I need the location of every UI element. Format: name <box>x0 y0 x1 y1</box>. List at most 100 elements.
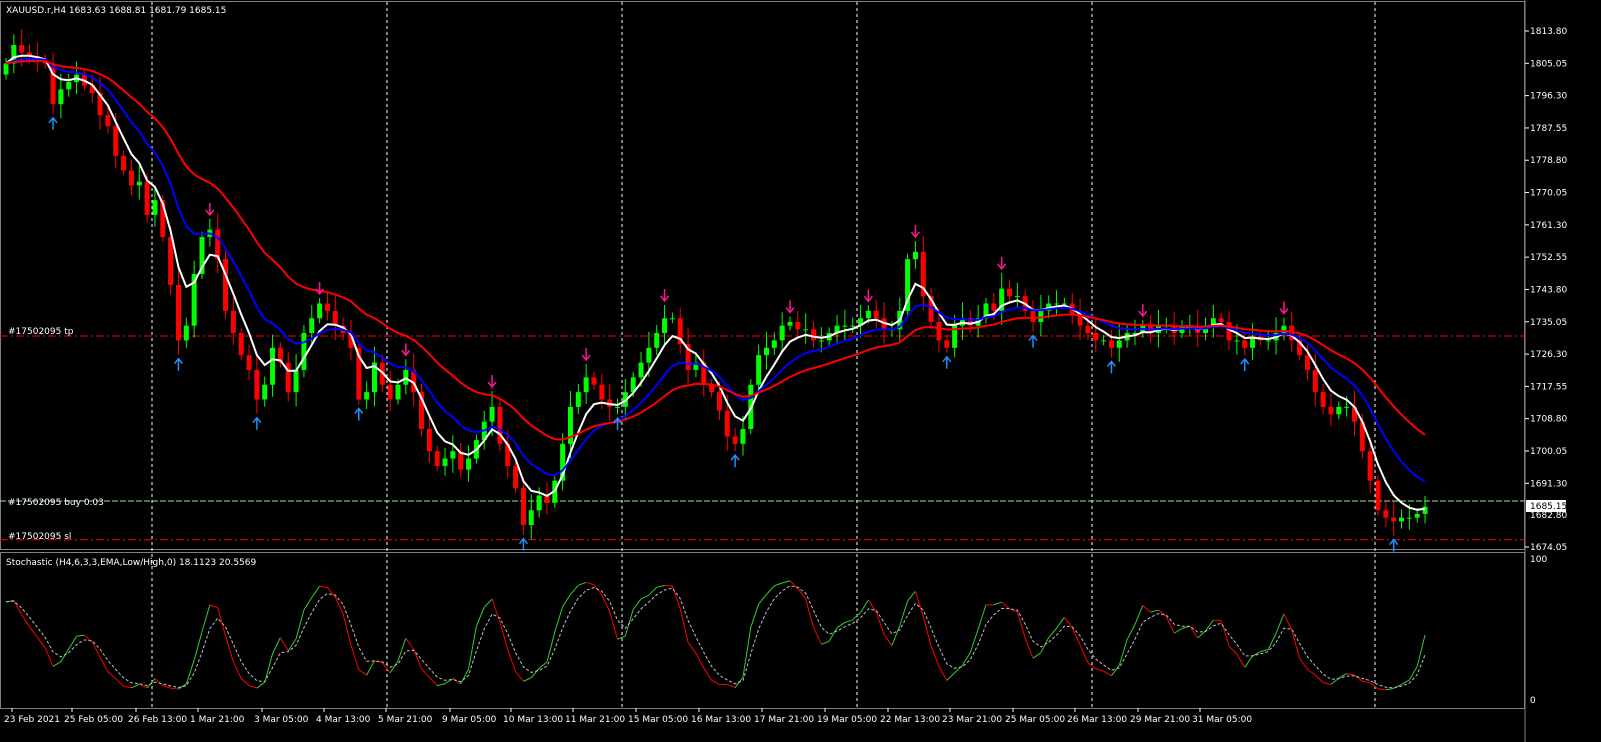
stoch-main-segment <box>52 661 62 667</box>
stoch-main-segment <box>828 627 838 642</box>
candle-body <box>842 325 848 327</box>
candle-body <box>1061 303 1067 305</box>
stoch-main-segment <box>131 683 140 689</box>
x-tick-label: 25 Mar 05:00 <box>1005 715 1065 725</box>
candle-body <box>1328 406 1334 415</box>
arrow-down-icon <box>997 256 1007 271</box>
stoch-main-segment <box>962 652 971 666</box>
stoch-main-segment <box>679 608 689 643</box>
candle-body <box>1406 517 1412 519</box>
x-tick-label: 17 Mar 21:00 <box>754 715 814 725</box>
candle-body <box>646 347 652 363</box>
stoch-main-segment <box>1299 657 1308 670</box>
arrow-up-icon <box>1106 360 1117 374</box>
y-tick-label: 1805.05 <box>1530 59 1567 69</box>
tp-label: #17502095 tp <box>8 327 74 337</box>
y-tick-label: 1735.05 <box>1530 318 1567 328</box>
y-tick-label: 1796.30 <box>1530 92 1567 102</box>
candle-body <box>669 318 675 320</box>
arrow-up-icon <box>173 357 184 371</box>
stoch-main-segment <box>1205 619 1214 632</box>
arrow-up-icon <box>942 355 952 369</box>
stoch-main-segment <box>240 678 250 686</box>
stoch-main-segment <box>530 667 540 679</box>
stoch-plot-frame <box>0 552 1525 709</box>
stoch-main-segment <box>1346 672 1355 676</box>
stoch-main-segment <box>21 614 30 627</box>
candle-body <box>528 510 534 526</box>
stoch-main-segment <box>437 683 446 687</box>
stoch-main-segment <box>758 594 767 605</box>
stoch-main-segment <box>272 637 281 654</box>
candle-body <box>1101 340 1107 342</box>
stoch-main-segment <box>201 604 211 632</box>
stoch-main-segment <box>648 586 658 596</box>
stoch-main-segment <box>475 606 485 627</box>
stoch-main-segment <box>742 627 752 678</box>
stoch-main-segment <box>1377 688 1386 691</box>
y-tick-label: 1691.30 <box>1530 479 1567 489</box>
candle-body <box>662 318 668 334</box>
stoch-main-segment <box>922 616 932 647</box>
stoch-main-segment <box>1064 616 1073 628</box>
stoch-main-segment <box>1016 611 1026 639</box>
candle-body <box>144 181 150 215</box>
trading-chart[interactable]: 1813.80 1805.05 1796.30 1787.55 1778.80 1770.… <box>0 0 1601 742</box>
stoch-main-segment <box>13 600 23 615</box>
candle-body <box>1093 333 1099 341</box>
candle-body <box>732 436 738 444</box>
candle-body <box>113 126 119 156</box>
stoch-main-segment <box>969 629 979 653</box>
stoch-main-segment <box>687 642 697 654</box>
candle-body <box>317 303 323 319</box>
stoch-signal-line <box>5 585 1426 689</box>
stoch-main-segment <box>248 685 258 689</box>
candle-body <box>324 303 330 311</box>
candle-body <box>19 45 25 53</box>
stoch-main-segment <box>264 653 274 683</box>
arrow-down-icon <box>401 343 411 357</box>
y-tick-label: 1700.05 <box>1530 447 1567 457</box>
candle-body <box>1014 296 1020 298</box>
stoch-main-segment <box>875 611 885 635</box>
stoch-main-segment <box>562 594 571 607</box>
stoch-main-segment <box>421 668 430 678</box>
stoch-main-segment <box>703 667 713 681</box>
y-tick-label: 1761.30 <box>1530 221 1567 231</box>
candle-body <box>803 329 809 331</box>
candle-body <box>1218 318 1224 322</box>
stoch-main-segment <box>1001 601 1010 610</box>
stoch-main-segment <box>954 664 963 674</box>
stoch-main-segment <box>279 637 289 652</box>
stoch-main-segment <box>695 652 705 669</box>
candle-body <box>262 384 268 400</box>
stoch-main-segment <box>428 676 438 687</box>
arrow-up-icon <box>518 537 529 551</box>
stoch-main-segment <box>1142 605 1151 613</box>
candle-body <box>1320 392 1326 407</box>
stoch-main-segment <box>727 684 736 689</box>
stoch-main-segment <box>523 677 532 682</box>
stoch-main-segment <box>146 678 156 689</box>
stoch-main-segment <box>1267 633 1277 650</box>
stoch-main-segment <box>327 587 336 598</box>
ema-fast-line <box>5 54 1426 511</box>
stoch-main-segment <box>178 683 187 690</box>
candle-body <box>395 384 401 400</box>
candle-body <box>575 392 581 407</box>
stoch-main-segment <box>491 598 501 623</box>
candle-body <box>771 340 777 348</box>
x-tick-label: 25 Feb 05:00 <box>64 715 123 725</box>
candle-body <box>1414 513 1420 518</box>
stoch-main-segment <box>76 634 85 637</box>
stoch-main-segment <box>1103 670 1112 677</box>
candle-body <box>1344 406 1350 408</box>
arrow-down-icon <box>487 375 497 389</box>
stoch-main-segment <box>1401 679 1410 685</box>
moving-averages <box>5 54 1426 511</box>
candle-body <box>442 458 448 466</box>
candle-body <box>128 170 134 186</box>
arrow-down-icon <box>205 202 215 217</box>
candle-body <box>638 362 644 378</box>
candle-body <box>254 369 260 400</box>
